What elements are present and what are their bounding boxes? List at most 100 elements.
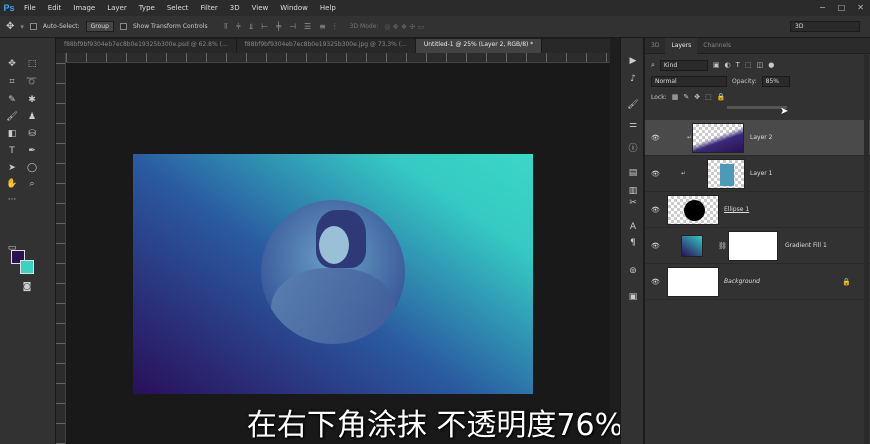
menu-view[interactable]: View bbox=[246, 4, 275, 12]
distribute-icon[interactable]: ☰ bbox=[304, 22, 311, 32]
tab-untitled[interactable]: Untitled-1 @ 25% (Layer 2, RGB/8) * bbox=[415, 39, 543, 53]
tab-psd[interactable]: f88bf9bf9304eb7ec8b0e19325b300e.psd @ 62… bbox=[56, 39, 237, 53]
opacity-slider[interactable] bbox=[727, 106, 787, 109]
menu-3d[interactable]: 3D bbox=[224, 4, 246, 12]
filter-shape-icon[interactable]: ⬚ bbox=[745, 61, 752, 69]
lock-all-icon[interactable]: 🔒 bbox=[717, 93, 726, 101]
lock-move-icon[interactable]: ✥ bbox=[694, 93, 700, 101]
close-icon[interactable]: ✕ bbox=[857, 3, 864, 12]
layer-name[interactable]: Gradient Fill 1 bbox=[785, 242, 827, 249]
visibility-eye-icon[interactable]: 👁 bbox=[651, 278, 660, 286]
filter-smart-icon[interactable]: ◫ bbox=[757, 61, 764, 69]
brush-preset-icon[interactable]: 🖌 bbox=[626, 98, 640, 112]
zoom-icon[interactable]: ⌕ bbox=[25, 178, 39, 191]
menu-edit[interactable]: Edit bbox=[42, 4, 68, 12]
hand-icon[interactable]: ✋ bbox=[5, 178, 19, 191]
auto-select-checkbox[interactable] bbox=[29, 23, 37, 30]
align-middle-icon[interactable]: ⫩ bbox=[236, 22, 241, 32]
visibility-eye-icon[interactable]: 👁 bbox=[651, 134, 660, 142]
filter-type-icon[interactable]: T bbox=[736, 61, 740, 69]
filter-toggle-icon[interactable]: ● bbox=[768, 61, 774, 69]
properties-icon[interactable]: ▤ bbox=[626, 166, 640, 180]
quick-select-icon[interactable]: ✱ bbox=[25, 94, 39, 107]
layer-row-gradient-fill[interactable]: 👁 ⛓ Gradient Fill 1 bbox=[645, 228, 870, 264]
chevron-down-icon[interactable]: ▾ bbox=[20, 23, 24, 31]
crop-icon[interactable]: ⌗ bbox=[5, 76, 19, 89]
kind-dropdown[interactable]: Kind bbox=[659, 59, 708, 71]
layer-row-layer1[interactable]: 👁 ↵ Layer 1 bbox=[645, 156, 870, 192]
actions-icon[interactable]: ♪ bbox=[626, 72, 640, 86]
more-tools-icon[interactable]: ··· bbox=[5, 194, 19, 207]
menu-help[interactable]: Help bbox=[314, 4, 342, 12]
text-tool-icon[interactable]: T bbox=[5, 145, 19, 158]
layer-name[interactable]: Ellipse 1 bbox=[724, 206, 749, 213]
align-bottom-icon[interactable]: ⫫ bbox=[249, 22, 254, 32]
minimize-icon[interactable]: − bbox=[819, 3, 826, 12]
auto-select-dropdown[interactable]: Group bbox=[85, 21, 114, 32]
layer-row-ellipse[interactable]: 👁 Ellipse 1 bbox=[645, 192, 870, 228]
screen-mode-icon[interactable]: ▭ bbox=[5, 242, 19, 255]
adjust-icon[interactable]: ⚌ bbox=[626, 118, 640, 132]
eyedropper-icon[interactable]: ✎ bbox=[5, 94, 19, 107]
path-select-icon[interactable]: ➤ bbox=[5, 162, 19, 175]
align-top-icon[interactable]: ⫪ bbox=[224, 22, 229, 32]
layer-row-layer2[interactable]: 👁 ↵ Layer 2 bbox=[645, 120, 870, 156]
stamp-icon[interactable]: ♟ bbox=[25, 111, 39, 124]
visibility-eye-icon[interactable]: 👁 bbox=[651, 206, 660, 214]
quick-mask-icon[interactable]: ◙ bbox=[20, 281, 34, 294]
blend-mode-dropdown[interactable]: Normal bbox=[651, 75, 727, 87]
move-tool-icon[interactable]: ✥ bbox=[6, 21, 14, 32]
menu-window[interactable]: Window bbox=[274, 4, 314, 12]
background-color-swatch[interactable] bbox=[20, 260, 34, 274]
maximize-icon[interactable]: □ bbox=[838, 3, 846, 12]
menu-file[interactable]: File bbox=[18, 4, 42, 12]
lock-transparent-icon[interactable]: ▦ bbox=[672, 93, 679, 101]
opacity-input[interactable]: 85% bbox=[761, 75, 790, 87]
ellipse-icon[interactable]: ◯ bbox=[25, 162, 39, 175]
workspace-dropdown[interactable]: 3D bbox=[790, 21, 860, 32]
cc-libraries-icon[interactable]: ⊚ bbox=[626, 264, 640, 278]
document-tabs: f88bf9bf9304eb7ec8b0e19325b300e.psd @ 62… bbox=[56, 39, 610, 53]
tab-3d[interactable]: 3D bbox=[645, 38, 665, 54]
paragraph-icon[interactable]: ¶ bbox=[626, 236, 640, 250]
align-left-icon[interactable]: ⊢ bbox=[261, 22, 268, 32]
menu-layer[interactable]: Layer bbox=[101, 4, 133, 12]
history-icon[interactable]: ▶ bbox=[626, 54, 640, 68]
filter-adjust-icon[interactable]: ◐ bbox=[725, 61, 731, 69]
brush-icon[interactable]: 🖌 bbox=[5, 111, 19, 124]
layer-name[interactable]: Background bbox=[724, 278, 760, 285]
layer-name[interactable]: Layer 1 bbox=[750, 170, 772, 177]
lock-artboard-icon[interactable]: ⬚ bbox=[705, 93, 712, 101]
distribute-h-icon[interactable]: ⦙ bbox=[334, 22, 336, 32]
tab-channels[interactable]: Channels bbox=[697, 38, 737, 54]
panel-scrollbar[interactable] bbox=[864, 55, 869, 444]
document-canvas[interactable] bbox=[133, 154, 533, 394]
layer-name[interactable]: Layer 2 bbox=[750, 134, 772, 141]
marquee-icon[interactable]: ⬚ bbox=[25, 58, 39, 71]
pen-icon[interactable]: ✒ bbox=[25, 145, 39, 158]
menu-select[interactable]: Select bbox=[161, 4, 195, 12]
bucket-icon[interactable]: ⛁ bbox=[25, 128, 39, 141]
visibility-eye-icon[interactable]: 👁 bbox=[651, 242, 660, 250]
show-transform-checkbox[interactable] bbox=[119, 23, 127, 30]
filter-pixel-icon[interactable]: ▣ bbox=[713, 61, 720, 69]
menu-type[interactable]: Type bbox=[133, 4, 161, 12]
3d-orbit-icon[interactable]: ◎ ✥ ❖ ✣ ▭ bbox=[384, 23, 424, 31]
tab-jpg[interactable]: f88bf9bf9304eb7ec8b0e19325b300e.jpg @ 73… bbox=[237, 39, 416, 53]
lock-paint-icon[interactable]: ✎ bbox=[683, 93, 689, 101]
align-right-icon[interactable]: ⊣ bbox=[289, 22, 296, 32]
tab-layers[interactable]: Layers bbox=[665, 37, 698, 54]
menu-image[interactable]: Image bbox=[67, 4, 101, 12]
layer-comps-icon[interactable]: ▣ bbox=[626, 290, 640, 304]
info-icon[interactable]: ⓘ bbox=[626, 142, 640, 156]
distribute-v-icon[interactable]: ≡ bbox=[319, 22, 326, 32]
visibility-eye-icon[interactable]: 👁 bbox=[651, 170, 660, 178]
character-icon[interactable]: A bbox=[626, 220, 640, 234]
tools-icon[interactable]: ✂ bbox=[626, 196, 640, 210]
eraser-icon[interactable]: ◧ bbox=[5, 128, 19, 141]
move-icon[interactable]: ✥ bbox=[5, 58, 19, 71]
layer-row-background[interactable]: 👁 Background 🔒 bbox=[645, 264, 870, 300]
align-center-icon[interactable]: ╪ bbox=[276, 22, 281, 32]
menu-filter[interactable]: Filter bbox=[194, 4, 223, 12]
lasso-icon[interactable]: ➰ bbox=[25, 76, 39, 89]
